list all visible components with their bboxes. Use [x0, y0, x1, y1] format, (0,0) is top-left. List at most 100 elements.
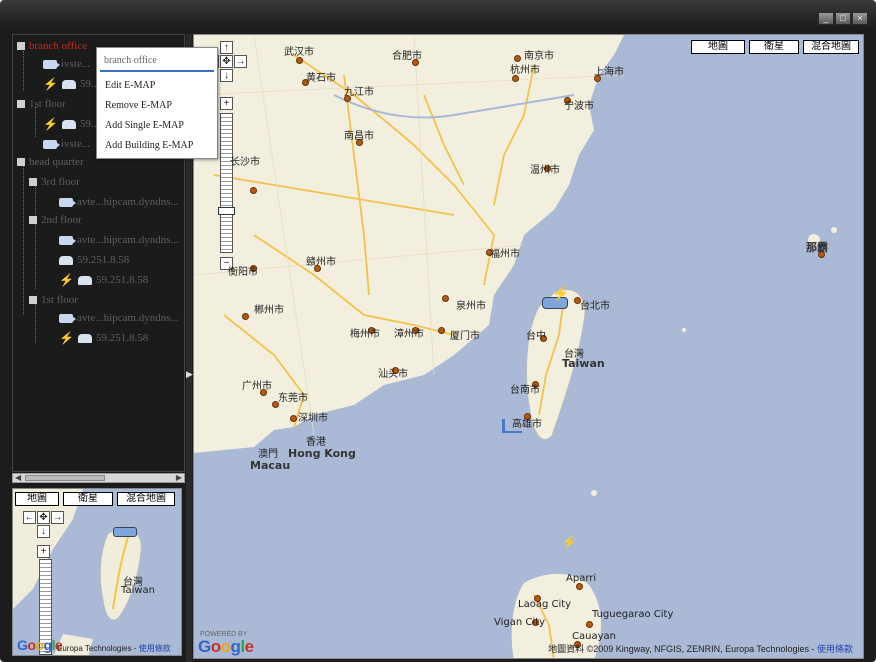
tree-node-1st-floor[interactable]: 1st floor: [17, 95, 66, 113]
tree-node-camera[interactable]: avte...hipcam.dyndns...: [59, 193, 179, 211]
mini-pan-left-button[interactable]: ←: [23, 511, 36, 524]
camera-icon: [59, 235, 76, 245]
city-label: 台灣: [564, 349, 584, 360]
tree-node-dvr[interactable]: ⚡ 59...: [43, 115, 99, 133]
tree-node-1st-floor[interactable]: 1st floor: [29, 291, 78, 309]
tree-node-camera[interactable]: avte...hipcam.dyndns...: [59, 309, 179, 327]
tree-node-dvr[interactable]: ⚡ 59.251.8.58: [59, 329, 148, 347]
pan-right-button[interactable]: →: [234, 55, 247, 68]
close-button[interactable]: ×: [852, 12, 868, 25]
city-label: 长沙市: [230, 157, 260, 168]
dvr-icon: [61, 119, 76, 129]
scroll-left-icon[interactable]: ◀: [15, 473, 21, 482]
city-label: 澳門: [258, 449, 278, 460]
city-label: Macau: [250, 459, 291, 472]
tree-node-label: avte...hipcam.dyndns...: [77, 196, 179, 208]
tree-node-label: head quarter: [29, 156, 84, 168]
tree-node-label: 1st floor: [41, 294, 78, 306]
terms-link[interactable]: 使用條款: [139, 644, 171, 653]
city-label: 南昌市: [344, 131, 374, 142]
tree-node-dvr[interactable]: ⚡ 59...: [43, 75, 99, 93]
zoom-slider-thumb[interactable]: [218, 207, 235, 215]
dvr-icon: [77, 275, 92, 285]
mini-map-type-satellite[interactable]: 衛星: [63, 492, 113, 506]
city-label: 广州市: [242, 381, 272, 392]
menu-item-edit-emap[interactable]: Edit E-MAP: [105, 78, 155, 94]
tree-node-camera[interactable]: avte...hipcam.dyndns...: [59, 231, 179, 249]
city-label: 香港: [306, 437, 326, 448]
tree-node-label: ivste...: [61, 138, 91, 150]
mini-pan-center-button[interactable]: ✥: [37, 511, 50, 524]
mini-map-type-hybrid[interactable]: 混合地圖: [117, 492, 175, 506]
tree-node-label: ivste...: [61, 58, 91, 70]
city-label: Aparri: [566, 573, 597, 584]
city-label: Cauayan: [572, 631, 616, 642]
pan-center-button[interactable]: ✥: [220, 55, 233, 68]
dvr-marker-icon[interactable]: [113, 527, 137, 537]
tree-node-label: avte...hipcam.dyndns...: [77, 234, 179, 246]
dvr-icon: [61, 79, 76, 89]
city-label: Laoag City: [518, 599, 572, 610]
tree-node-label: branch office: [29, 40, 88, 52]
tree-node-3rd-floor[interactable]: 3rd floor: [29, 173, 80, 191]
tree-horizontal-scrollbar[interactable]: ◀ ▶: [12, 473, 185, 483]
tree-node-camera[interactable]: ivste...: [43, 135, 90, 153]
tree-node-branch-office[interactable]: branch office: [17, 37, 87, 55]
zoom-slider[interactable]: [220, 113, 233, 253]
map-type-map[interactable]: 地圖: [691, 40, 745, 54]
tree-node-dvr[interactable]: 59.251.8.58: [59, 251, 129, 269]
terms-link[interactable]: 使用條款: [817, 644, 853, 654]
menu-item-remove-emap[interactable]: Remove E-MAP: [105, 98, 172, 114]
alarm-icon: ⚡: [43, 76, 58, 91]
city-label: 台中: [526, 331, 546, 342]
tree-node-camera[interactable]: ivste...: [43, 55, 90, 73]
collapse-arrow-icon[interactable]: ▶: [186, 369, 193, 380]
alarm-icon: ⚡: [59, 272, 74, 287]
main-map[interactable]: 地圖 衛星 混合地圖 ↑ ← ✥ → ↓ + − 武汉市 合肥市 南京市 黄石市…: [193, 34, 864, 659]
tree-node-head-quarter[interactable]: head quarter: [17, 153, 84, 171]
city-label: 东莞市: [278, 393, 308, 404]
alarm-marker-icon[interactable]: ⚡: [562, 535, 577, 549]
city-label: 温州市: [530, 165, 560, 176]
city-label: 宁波市: [564, 101, 594, 112]
copyright-text: 地圖資料 ©2009 Kingway, NFGIS, ZENRIN, Europ…: [548, 644, 815, 654]
mini-map[interactable]: 地圖 衛星 混合地圖 ← ✥ → ↓ + 台灣 Taiwan Google Eu…: [12, 488, 182, 656]
pan-down-button[interactable]: ↓: [220, 69, 233, 82]
city-label: 九江市: [344, 87, 374, 98]
menu-item-add-building-emap[interactable]: Add Building E-MAP: [105, 138, 193, 154]
map-type-hybrid[interactable]: 混合地圖: [803, 40, 859, 54]
collapse-icon[interactable]: [29, 216, 37, 224]
title-bar: _ □ ×: [0, 0, 876, 30]
context-menu: branch office Edit E-MAP Remove E-MAP Ad…: [96, 47, 218, 159]
city-label: 漳州市: [394, 329, 424, 340]
alarm-marker-icon[interactable]: ⚡: [552, 285, 569, 302]
collapse-icon[interactable]: [17, 158, 25, 166]
menu-item-add-single-emap[interactable]: Add Single E-MAP: [105, 118, 184, 134]
emap-name-input[interactable]: branch office: [100, 52, 214, 72]
tree-node-dvr[interactable]: ⚡ 59.251.8.58: [59, 271, 148, 289]
city-label: 衡阳市: [228, 267, 258, 278]
mini-zoom-in-button[interactable]: +: [37, 545, 50, 558]
pan-up-button[interactable]: ↑: [220, 41, 233, 54]
camera-icon: [43, 59, 60, 69]
city-label: Tuguegarao City: [592, 609, 674, 620]
tree-node-label: avte...hipcam.dyndns...: [77, 312, 179, 324]
google-logo: Google: [198, 637, 254, 656]
mini-map-type-map[interactable]: 地圖: [15, 492, 59, 506]
mini-pan-down-button[interactable]: ↓: [37, 525, 50, 538]
collapse-icon[interactable]: [17, 42, 25, 50]
camera-marker-icon[interactable]: [502, 419, 522, 433]
tree-node-2nd-floor[interactable]: 2nd floor: [29, 211, 82, 229]
maximize-button[interactable]: □: [835, 12, 851, 25]
scroll-right-icon[interactable]: ▶: [176, 473, 182, 482]
google-logo: Google: [17, 637, 63, 653]
map-type-satellite[interactable]: 衛星: [749, 40, 799, 54]
collapse-icon[interactable]: [29, 178, 37, 186]
mini-pan-right-button[interactable]: →: [51, 511, 64, 524]
scrollbar-thumb[interactable]: [25, 475, 105, 481]
tree-node-label: 59.251.8.58: [77, 254, 130, 266]
minimize-button[interactable]: _: [818, 12, 834, 25]
collapse-icon[interactable]: [17, 100, 25, 108]
zoom-in-button[interactable]: +: [220, 97, 233, 110]
collapse-icon[interactable]: [29, 296, 37, 304]
